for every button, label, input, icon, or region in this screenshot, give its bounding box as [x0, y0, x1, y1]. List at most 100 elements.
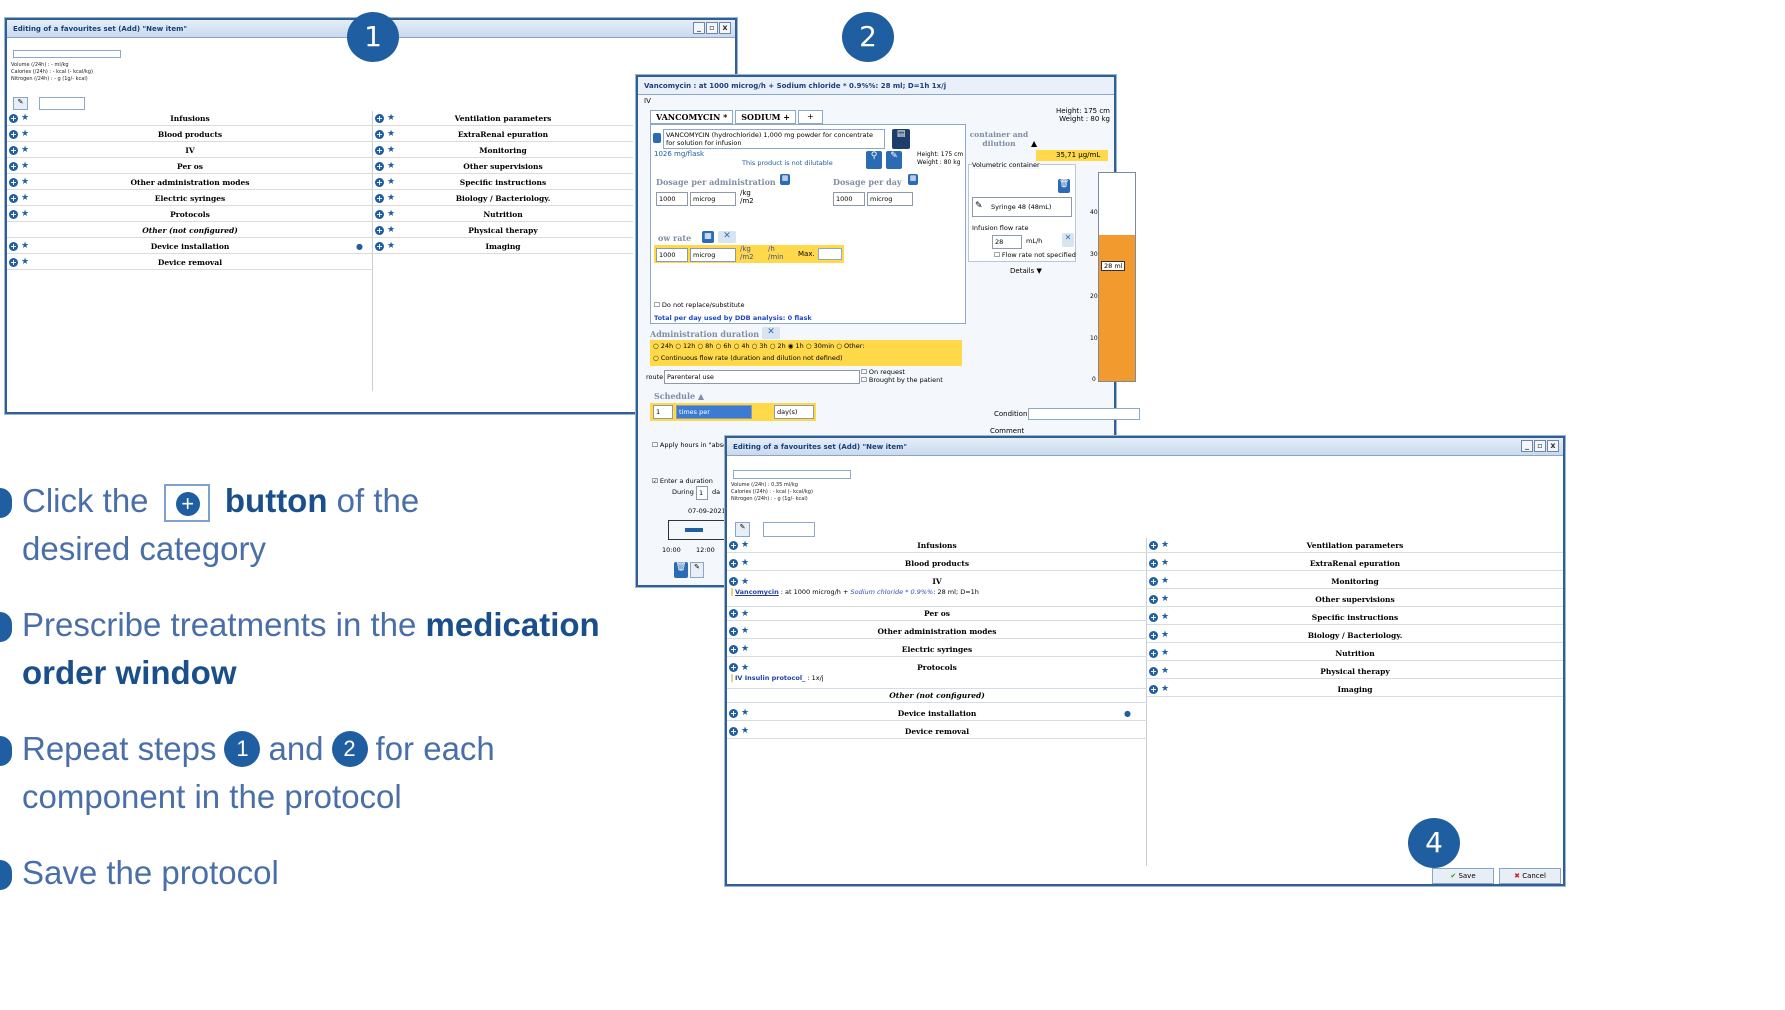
no-replace-checkbox[interactable]: ☐ Do not replace/substitute — [654, 301, 744, 309]
star-icon[interactable]: ★ — [741, 626, 749, 636]
cat-per-os[interactable]: + ★ Per os — [727, 606, 1147, 621]
star-icon[interactable]: ★ — [21, 193, 29, 203]
dose-day-input[interactable]: 1000 — [833, 192, 865, 206]
star-icon[interactable]: ★ — [741, 558, 749, 568]
cat-other-supervisions[interactable]: + ★ Other supervisions — [373, 159, 633, 174]
star-icon[interactable]: ★ — [21, 209, 29, 219]
window3-name-field[interactable] — [733, 470, 851, 479]
cat-extrarenal[interactable]: + ★ ExtraRenal epuration — [1147, 556, 1563, 571]
cat-specific-instructions[interactable]: + ★ Specific instructions — [1147, 610, 1563, 625]
star-icon[interactable]: ★ — [21, 129, 29, 139]
add-icon[interactable]: + — [9, 193, 18, 203]
add-icon[interactable]: + — [729, 663, 738, 672]
star-icon[interactable]: ★ — [1161, 684, 1169, 694]
star-icon[interactable]: ★ — [741, 644, 749, 654]
add-icon[interactable]: + — [729, 708, 738, 718]
star-icon[interactable]: ★ — [741, 663, 749, 673]
add-icon[interactable]: + — [375, 129, 384, 139]
cat-extrarenal[interactable]: + ★ ExtraRenal epuration — [373, 127, 633, 142]
star-icon[interactable]: ★ — [741, 540, 749, 550]
star-icon[interactable]: ★ — [21, 113, 29, 123]
add-icon[interactable]: + — [729, 558, 738, 568]
delete-icon[interactable]: 🗑 — [674, 562, 688, 578]
cat-other-admin[interactable]: + ★ Other administration modes — [727, 624, 1147, 639]
cat-iv[interactable]: + ★ IV — [727, 574, 1147, 589]
cat-biology[interactable]: + ★ Biology / Bacteriology. — [1147, 628, 1563, 643]
star-icon[interactable]: ★ — [387, 129, 395, 139]
add-icon[interactable]: + — [1149, 666, 1158, 676]
cat-protocols[interactable]: + ★ Protocols — [7, 207, 373, 222]
pencil-icon[interactable]: ✎ — [13, 97, 28, 110]
syringe-select[interactable]: Syringe 48 (48mL) — [972, 197, 1072, 217]
cat-electric-syringes[interactable]: + ★ Electric syringes — [727, 642, 1147, 657]
add-icon[interactable]: + — [375, 177, 384, 187]
cat-infusions[interactable]: + ★ Infusions — [727, 538, 1147, 553]
star-icon[interactable]: ★ — [1161, 576, 1169, 586]
cat-monitoring[interactable]: + ★ Monitoring — [373, 143, 633, 158]
clear-icon[interactable]: ✕ — [718, 231, 736, 243]
add-icon[interactable]: + — [375, 241, 384, 251]
window1-name-field[interactable] — [13, 50, 121, 58]
cat-device-installation[interactable]: + ★ Device installation ● — [7, 239, 373, 254]
add-icon[interactable]: + — [9, 129, 18, 139]
star-icon[interactable]: ★ — [1161, 630, 1169, 640]
max-input[interactable] — [818, 248, 842, 260]
clear-icon[interactable]: ✕ — [762, 327, 780, 339]
cat-nutrition[interactable]: + ★ Nutrition — [373, 207, 633, 222]
add-icon[interactable]: + — [729, 540, 738, 550]
star-icon[interactable]: ★ — [387, 225, 395, 235]
minimize-button[interactable]: _ — [1521, 440, 1533, 452]
cat-per-os[interactable]: + ★ Per os — [7, 159, 373, 174]
stock-icon[interactable]: ▤ — [892, 129, 910, 149]
cat-other-supervisions[interactable]: + ★ Other supervisions — [1147, 592, 1563, 607]
star-icon[interactable]: ★ — [1161, 612, 1169, 622]
pencil-icon[interactable]: ✎ — [735, 522, 750, 537]
days-select[interactable]: day(s) — [774, 405, 814, 419]
tab-vancomycin[interactable]: VANCOMYCIN * — [650, 110, 734, 124]
cat-other-admin[interactable]: + ★ Other administration modes — [7, 175, 373, 190]
vancomycin-item[interactable]: Vancomycin : at 1000 microg/h + Sodium c… — [731, 588, 1141, 596]
cat-protocols[interactable]: + ★ Protocols — [727, 660, 1147, 675]
add-icon[interactable]: + — [1149, 594, 1158, 604]
star-icon[interactable]: ★ — [741, 577, 749, 587]
product-field[interactable]: VANCOMYCIN (hydrochloride) 1,000 mg powd… — [663, 129, 885, 149]
cat-physical-therapy[interactable]: + ★ Physical therapy — [373, 223, 633, 238]
cat-ventilation[interactable]: + ★ Ventilation parameters — [373, 111, 633, 126]
tab-sodium[interactable]: SODIUM + — [735, 110, 797, 124]
add-icon[interactable]: + — [729, 644, 738, 654]
star-icon[interactable]: ★ — [1161, 540, 1169, 550]
close-button[interactable]: x — [719, 22, 731, 34]
grid-icon[interactable]: ▦ — [780, 174, 790, 185]
add-icon[interactable]: + — [729, 726, 738, 736]
cat-specific-instructions[interactable]: + ★ Specific instructions — [373, 175, 633, 190]
add-icon[interactable]: + — [1149, 648, 1158, 658]
insulin-item[interactable]: IV Insulin protocol_ : 1x/j — [731, 674, 1141, 682]
grid-icon[interactable]: ▦ — [702, 231, 714, 243]
save-button[interactable]: ✔ Save — [1432, 868, 1494, 884]
grid-icon[interactable]: ▦ — [908, 174, 918, 185]
star-icon[interactable]: ★ — [387, 145, 395, 155]
flow-rate-input[interactable]: 1000 — [656, 248, 688, 262]
maximize-button[interactable]: ▫ — [706, 22, 718, 34]
cat-physical-therapy[interactable]: + ★ Physical therapy — [1147, 664, 1563, 679]
maximize-button[interactable]: ▫ — [1534, 440, 1546, 452]
add-icon[interactable]: + — [1149, 684, 1158, 694]
add-icon[interactable]: + — [375, 161, 384, 171]
star-icon[interactable]: ★ — [1161, 558, 1169, 568]
star-icon[interactable]: ★ — [387, 161, 395, 171]
delete-icon[interactable]: 🗑 — [1058, 179, 1070, 193]
times-per-select[interactable]: times per — [676, 405, 752, 419]
dose-admin-input[interactable]: 1000 — [656, 192, 688, 206]
during-input[interactable]: 1 — [696, 486, 708, 500]
add-icon[interactable]: + — [9, 209, 18, 219]
details-toggle[interactable]: Details ▼ — [1010, 267, 1042, 275]
add-icon[interactable]: + — [375, 113, 384, 123]
dose-day-unit[interactable]: microg — [867, 192, 913, 206]
cat-monitoring[interactable]: + ★ Monitoring — [1147, 574, 1563, 589]
cat-imaging[interactable]: + ★ Imaging — [1147, 682, 1563, 697]
star-icon[interactable]: ★ — [387, 209, 395, 219]
add-icon[interactable]: + — [375, 225, 384, 235]
close-button[interactable]: x — [1547, 440, 1559, 452]
edit-icon[interactable]: ✎ — [690, 562, 704, 578]
continuous-radio[interactable]: ○ Continuous flow rate (duration and dil… — [653, 354, 843, 362]
